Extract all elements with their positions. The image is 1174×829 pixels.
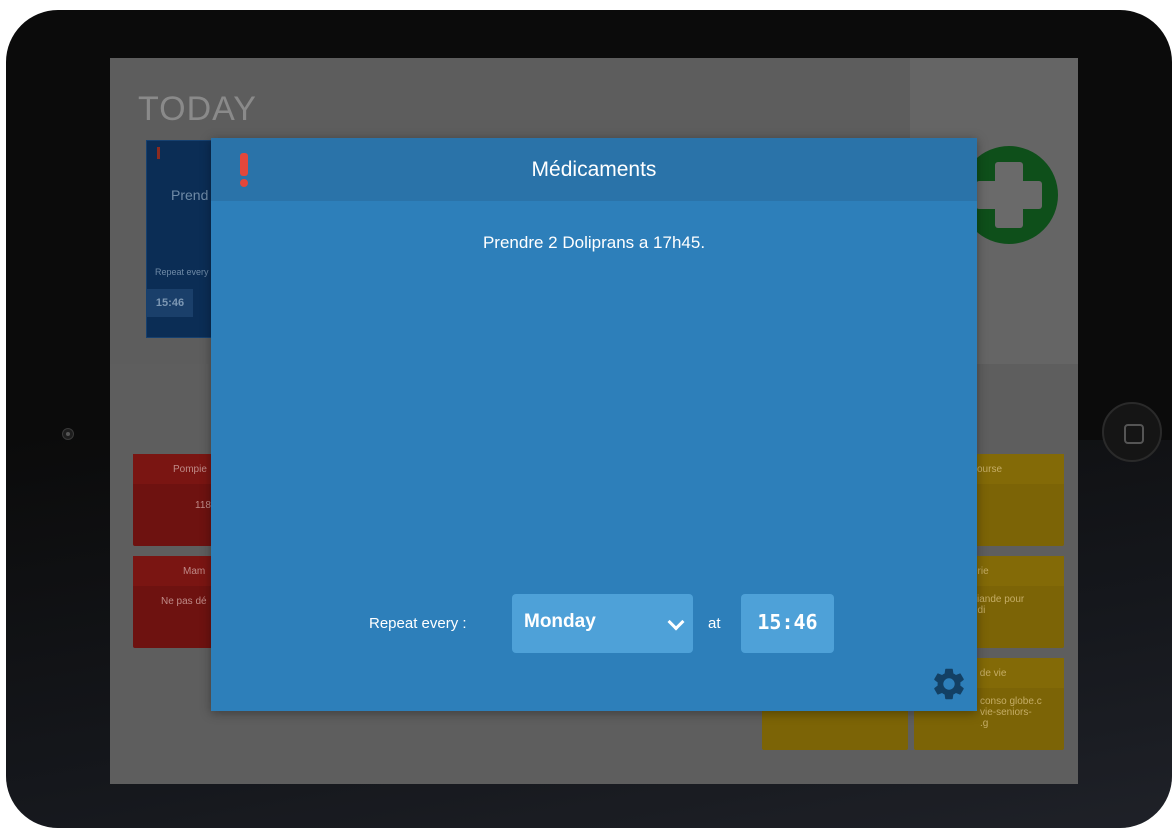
- tile-body: conso globe.c vie-seniors- .g: [980, 696, 1042, 729]
- today-title: TODAY: [138, 90, 257, 128]
- gear-icon[interactable]: [930, 665, 968, 703]
- reminder-modal: Médicaments Prendre 2 Doliprans a 17h45.…: [211, 138, 977, 711]
- at-label: at: [708, 615, 721, 632]
- home-button[interactable]: [1102, 402, 1162, 462]
- modal-header: Médicaments: [211, 138, 977, 201]
- tile-title: s de vie: [972, 668, 1007, 679]
- time-input[interactable]: 15:46: [741, 594, 834, 653]
- alert-mark: [157, 147, 160, 159]
- camera-icon: [62, 428, 74, 440]
- modal-title: Médicaments: [531, 158, 657, 181]
- reminder-card-repeat: Repeat every: [155, 267, 209, 277]
- day-select[interactable]: Monday: [512, 594, 693, 653]
- repeat-label: Repeat every :: [369, 615, 467, 632]
- reminder-card-text: Prend: [171, 187, 209, 203]
- repeat-row: Repeat every : Monday at 15:46: [211, 594, 977, 654]
- reminder-card-time: 15:46: [147, 289, 193, 317]
- tile-title: Pompie: [173, 464, 207, 475]
- tile-body: 118: [195, 500, 211, 511]
- tile-body: Ne pas dé: [161, 596, 207, 607]
- chevron-down-icon: [667, 613, 685, 631]
- modal-message: Prendre 2 Doliprans a 17h45.: [482, 233, 706, 252]
- tile-body: viande pour edi: [972, 594, 1025, 616]
- day-select-value: Monday: [524, 611, 596, 632]
- tile-title: Mam: [183, 566, 206, 577]
